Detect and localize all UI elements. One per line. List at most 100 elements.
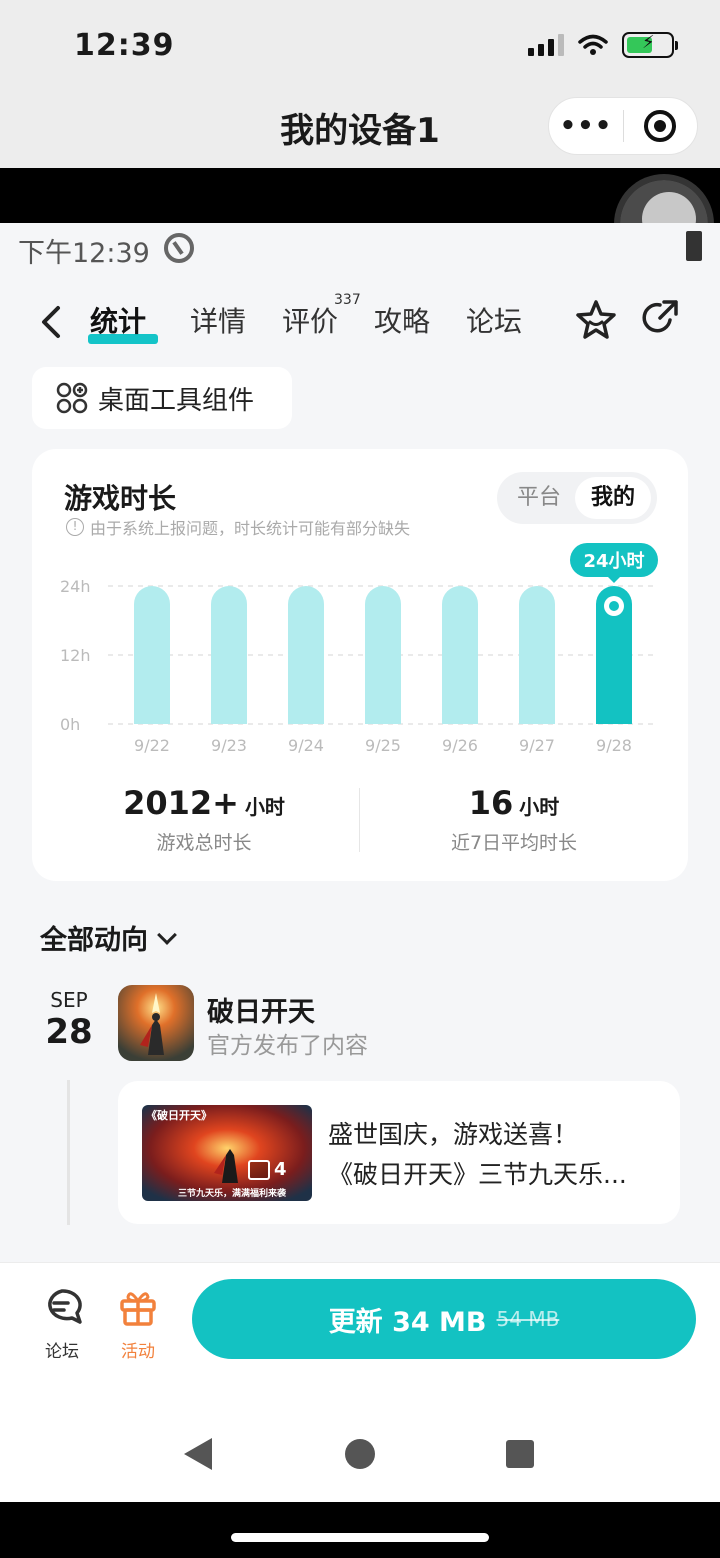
value-tooltip-label: 24小时 <box>583 551 644 572</box>
bottom-action-bar: 论坛 活动 更新 34 MB 54 MB <box>0 1262 720 1410</box>
note-text: 由于系统上报问题，时长统计可能有部分缺失 <box>90 519 411 538</box>
bar <box>365 586 401 724</box>
average-playtime-stat: 16 小时 近7日平均时长 <box>364 784 664 855</box>
share-icon[interactable] <box>640 298 680 338</box>
playtime-card: 游戏时长 ! 由于系统上报问题，时长统计可能有部分缺失 平台 我的 24h 12h… <box>32 449 688 881</box>
average-playtime-value: 16 <box>468 784 514 822</box>
image-count: 4 <box>248 1159 287 1180</box>
android-status-bar: 下午12:39 <box>0 223 720 275</box>
x-tick-label: 9/24 <box>288 736 324 755</box>
status-time: 12:39 <box>74 28 175 63</box>
bar <box>134 586 170 724</box>
gift-icon <box>120 1292 156 1326</box>
average-playtime-label: 近7日平均时长 <box>450 832 578 854</box>
average-playtime-unit: 小时 <box>519 795 560 819</box>
back-icon[interactable] <box>36 302 66 342</box>
feed-date: SEP 28 <box>40 988 98 1052</box>
update-label: 更新 34 MB <box>328 1306 487 1338</box>
notification-icon <box>164 233 194 263</box>
x-tick-label: 9/27 <box>519 736 555 755</box>
tab-bar: 统计 详情 评价 337 攻略 论坛 <box>0 290 720 350</box>
y-tick-label: 24h <box>60 577 91 596</box>
reviews-count-badge: 337 <box>334 292 361 308</box>
tab-guides[interactable]: 攻略 <box>374 300 430 340</box>
playtime-stats: 2012+ 小时 游戏总时长 16 小时 近7日平均时长 <box>32 784 688 864</box>
card-title: 游戏时长 <box>64 482 177 515</box>
x-tick-label: 9/23 <box>211 736 247 755</box>
android-nav-bar <box>0 1410 720 1502</box>
miniprogram-navbar: 我的设备1 ••• <box>0 95 720 168</box>
ios-status-bar: 12:39 ⚡ <box>0 0 720 95</box>
tab-stats[interactable]: 统计 <box>90 300 146 340</box>
bar <box>442 586 478 724</box>
post-line-2: 《破日开天》三节九天乐... <box>328 1160 627 1189</box>
image-count-value: 4 <box>274 1159 287 1180</box>
bar <box>288 586 324 724</box>
game-name[interactable]: 破日开天 <box>207 990 315 1029</box>
total-playtime-label: 游戏总时长 <box>156 832 252 854</box>
home-indicator[interactable] <box>231 1533 489 1542</box>
timeline-line <box>67 1080 70 1225</box>
wifi-icon <box>578 34 608 55</box>
feed-filter-dropdown[interactable]: 全部动向 <box>40 918 177 957</box>
update-button[interactable]: 更新 34 MB 54 MB <box>192 1279 696 1359</box>
widget-button-label: 桌面工具组件 <box>98 385 255 416</box>
x-tick-label: 9/28 <box>596 736 632 755</box>
post-line-1: 盛世国庆，游戏送喜！ <box>328 1120 579 1149</box>
total-playtime-unit: 小时 <box>244 795 285 819</box>
thumb-title-text: 《破日开天》 <box>146 1108 212 1122</box>
value-tooltip-pointer <box>607 576 621 583</box>
game-activity: 官方发布了内容 <box>207 1033 368 1059</box>
forum-button[interactable]: 论坛 <box>32 1287 92 1362</box>
ios-home-area <box>0 1502 720 1558</box>
nav-home-icon[interactable] <box>345 1439 375 1469</box>
y-tick-label: 12h <box>60 646 91 665</box>
forum-label: 论坛 <box>45 1342 79 1362</box>
nav-back-icon[interactable] <box>184 1438 212 1470</box>
total-playtime-value: 2012+ <box>123 784 239 822</box>
signal-icon <box>528 34 564 56</box>
feed-month: SEP <box>50 988 88 1012</box>
close-miniprogram-button[interactable] <box>624 110 697 142</box>
update-old-size: 54 MB <box>496 1307 560 1331</box>
capsule-menu: ••• <box>548 97 698 155</box>
chevron-down-icon <box>157 924 177 945</box>
x-tick-label: 9/22 <box>134 736 170 755</box>
activity-button[interactable]: 活动 <box>108 1287 168 1362</box>
android-time: 下午12:39 <box>18 238 150 269</box>
x-tick-label: 9/26 <box>442 736 478 755</box>
widget-grid-icon <box>56 382 88 414</box>
x-tick-label: 9/25 <box>365 736 401 755</box>
playtime-chart: 24h 12h 0h 9/22 9/23 9/24 9/25 9/26 9/27 9/28 24小时 <box>60 543 658 755</box>
bar <box>211 586 247 724</box>
target-icon <box>644 110 677 142</box>
tab-forum[interactable]: 论坛 <box>466 300 522 340</box>
bar <box>519 586 555 724</box>
toggle-mine[interactable]: 我的 <box>575 477 651 519</box>
activity-label: 活动 <box>121 1342 155 1362</box>
more-button[interactable]: ••• <box>549 111 623 141</box>
image-icon <box>248 1159 270 1180</box>
tab-details[interactable]: 详情 <box>190 300 246 340</box>
desktop-widget-button[interactable]: 桌面工具组件 <box>32 367 292 429</box>
forum-chat-icon <box>48 1289 82 1324</box>
feed-day: 28 <box>45 1012 93 1052</box>
total-playtime-stat: 2012+ 小时 游戏总时长 <box>54 784 354 855</box>
screen-divider <box>0 168 720 223</box>
info-icon: ! <box>66 518 84 536</box>
nav-recents-icon[interactable] <box>506 1440 534 1468</box>
status-icons: ⚡ <box>528 32 678 58</box>
thumb-caption-text: 三节九天乐，满满福利来袭 <box>178 1187 287 1199</box>
post-thumbnail: 《破日开天》 三节九天乐，满满福利来袭 4 <box>142 1105 312 1201</box>
battery-icon: ⚡ <box>622 32 678 58</box>
tab-reviews[interactable]: 评价 <box>282 300 338 340</box>
y-tick-label: 0h <box>60 715 80 734</box>
source-toggle: 平台 我的 <box>497 472 657 524</box>
feed-header: 全部动向 <box>40 925 148 956</box>
game-icon[interactable] <box>118 985 194 1061</box>
android-battery-icon <box>686 231 702 261</box>
toggle-platform[interactable]: 平台 <box>501 472 577 524</box>
post-card[interactable]: 《破日开天》 三节九天乐，满满福利来袭 4 盛世国庆，游戏送喜！ 《破日开天》三… <box>118 1081 680 1224</box>
post-text: 盛世国庆，游戏送喜！ 《破日开天》三节九天乐... <box>328 1115 660 1195</box>
favorite-star-icon[interactable] <box>574 298 618 342</box>
